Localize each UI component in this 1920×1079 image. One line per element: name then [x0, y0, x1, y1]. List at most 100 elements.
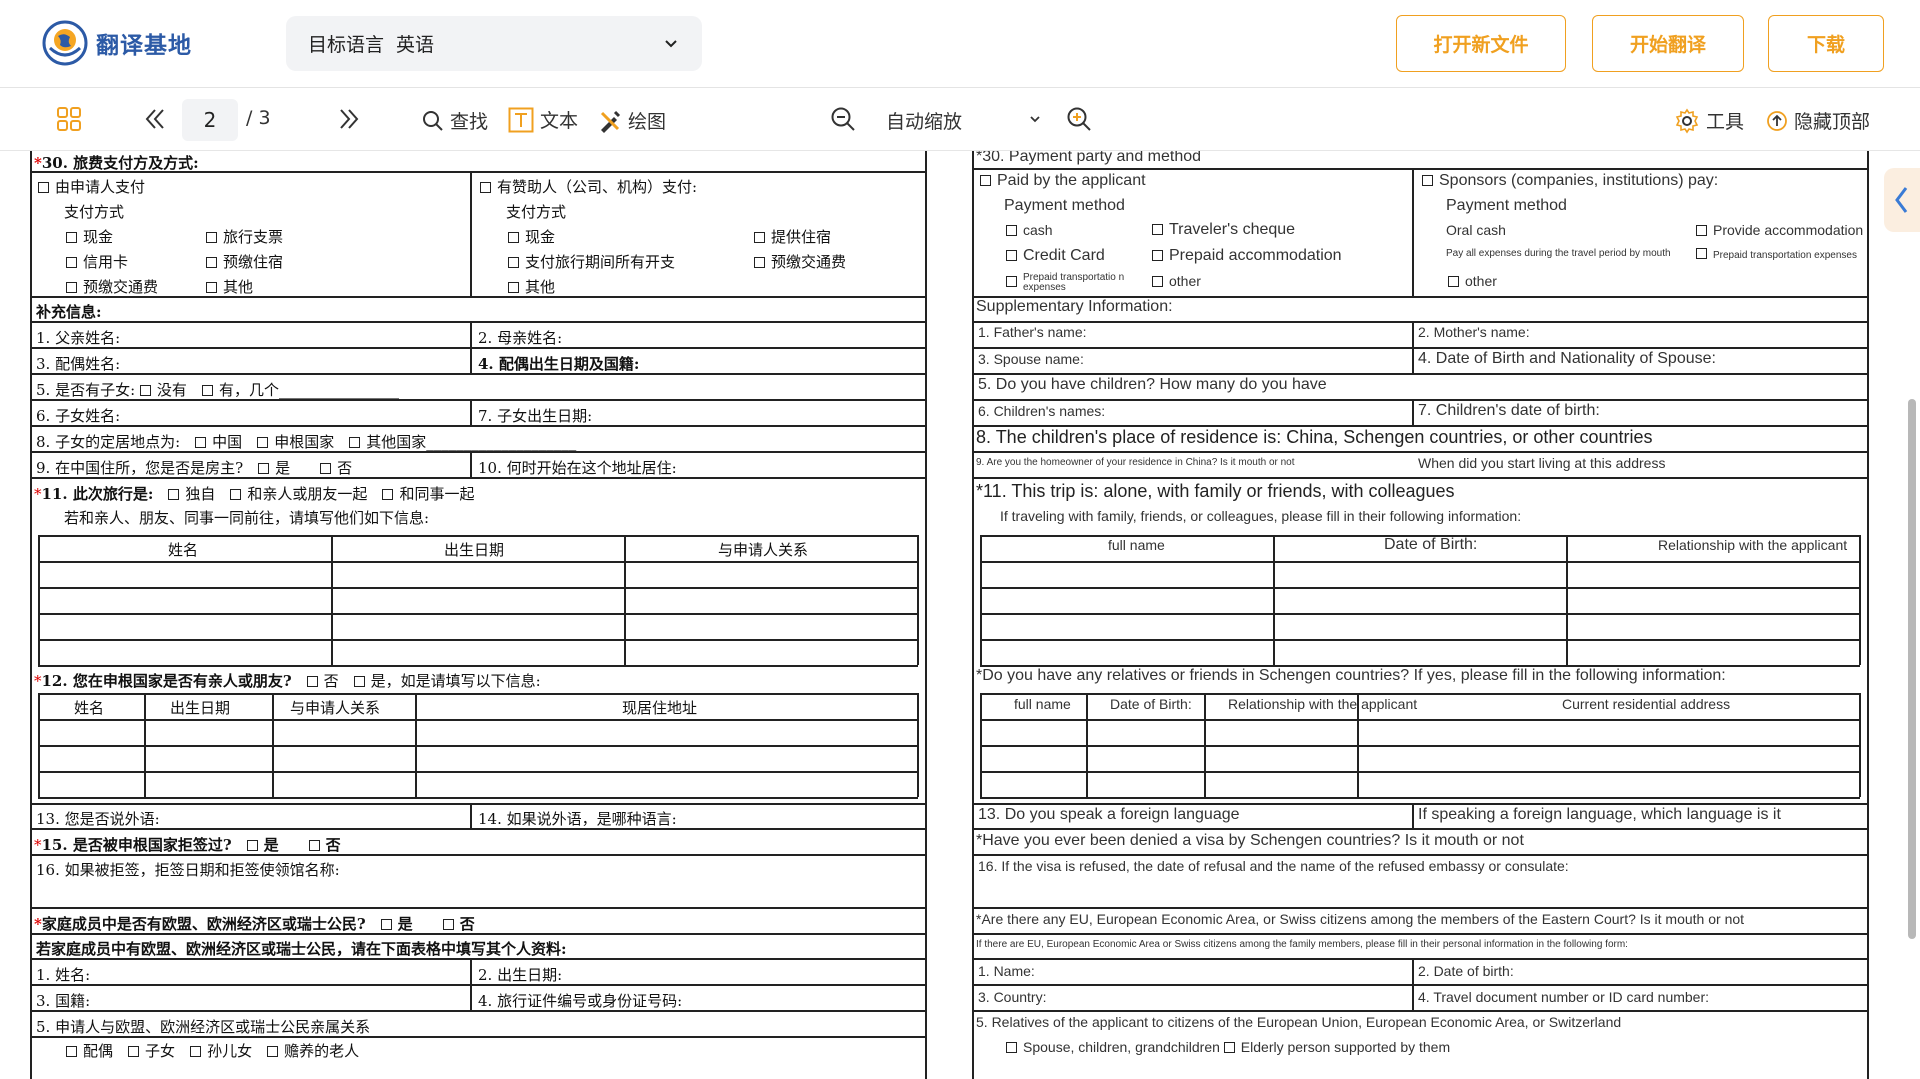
credit-en-checkbox[interactable] [1006, 250, 1017, 261]
q11-label: 11. 此次旅行是: [41, 485, 154, 503]
refused-yes-checkbox[interactable] [246, 840, 258, 851]
grid-icon [57, 107, 81, 131]
prepaid-trans-checkbox[interactable] [66, 282, 77, 293]
prepaid-acc-label: 预缴住宿 [223, 253, 284, 271]
target-language-select[interactable]: 目标语言 英语 [286, 16, 702, 71]
prepaid-trans2-en-checkbox[interactable] [1696, 248, 1707, 259]
open-file-button[interactable]: 打开新文件 [1396, 15, 1566, 72]
all-exp-label: 支付旅行期间所有开支 [525, 253, 676, 271]
other-country-checkbox[interactable] [349, 437, 361, 448]
elder-en-checkbox[interactable] [1223, 1042, 1235, 1053]
prepaid-acc-en-checkbox[interactable] [1152, 250, 1163, 261]
other2-checkbox[interactable] [508, 282, 519, 293]
cheque-checkbox[interactable] [206, 232, 217, 243]
homeowner-no-checkbox[interactable] [320, 463, 332, 474]
start-translate-button[interactable]: 开始翻译 [1592, 15, 1744, 72]
zoom-in-button[interactable] [1066, 106, 1092, 132]
provide-acc-en-checkbox[interactable] [1696, 225, 1707, 236]
download-button[interactable]: 下载 [1768, 15, 1884, 72]
document-viewer[interactable]: *30. 旅费支付方及方式: 由申请人支付 支付方式 现金 旅行支票 信用卡 预… [0, 151, 1920, 1079]
eu-yes-checkbox[interactable] [380, 919, 392, 930]
spouse-en-checkbox[interactable] [1006, 1042, 1017, 1053]
refused-no-checkbox[interactable] [308, 840, 320, 851]
eu-doc-en-label: 4. Travel document number or ID card num… [1418, 989, 1710, 1005]
tools-button[interactable]: 工具 [1674, 107, 1744, 134]
hide-top-button[interactable]: 隐藏顶部 [1766, 107, 1870, 134]
zoom-select[interactable]: 自动缩放 [886, 107, 1046, 134]
page-number-input[interactable]: 2 [182, 99, 238, 141]
other-en-checkbox[interactable] [1152, 276, 1163, 287]
yes-children-checkbox[interactable] [201, 385, 213, 396]
prev-page-button[interactable] [142, 106, 168, 132]
q12-yes-checkbox[interactable] [353, 676, 365, 687]
eu-info-note-en: If there are EU, European Economic Area … [976, 939, 1628, 950]
double-chevron-right-icon [340, 109, 359, 129]
cash-checkbox[interactable] [66, 232, 77, 243]
children-name-label: 6. 子女姓名: [36, 407, 121, 425]
china-label: 中国 [212, 433, 243, 451]
china-checkbox[interactable] [195, 437, 207, 448]
zoom-out-button[interactable] [830, 106, 856, 132]
prepaid-trans-en-checkbox[interactable] [1006, 276, 1017, 287]
colleague-checkbox[interactable] [382, 489, 394, 500]
other2-en-checkbox[interactable] [1448, 276, 1459, 287]
residence-since-en-label: When did you start living at this addres… [1418, 455, 1666, 471]
all-exp-checkbox[interactable] [508, 257, 519, 268]
eu-no-label: 否 [459, 915, 475, 933]
other-country-label: 其他国家 [366, 433, 427, 451]
child-checkbox[interactable] [128, 1046, 140, 1057]
homeowner-yes-checkbox[interactable] [258, 463, 270, 474]
spouse-checkbox[interactable] [66, 1046, 77, 1057]
app-root: 翻译基地 目标语言 英语 打开新文件 开始翻译 下载 2 / 3 查找 文本 绘… [0, 0, 1920, 1079]
no-children-checkbox[interactable] [139, 385, 151, 396]
q11-note-en: If traveling with family, friends, or co… [1000, 508, 1522, 524]
sponsor-checkbox[interactable] [480, 182, 491, 193]
cash-en-checkbox[interactable] [1006, 225, 1017, 236]
t2-col-name: 姓名 [74, 699, 105, 717]
side-panel-toggle[interactable] [1884, 168, 1920, 232]
thumbnails-button[interactable] [56, 106, 82, 132]
cash2-checkbox[interactable] [508, 232, 519, 243]
refused-yes-label: 是 [263, 836, 279, 854]
alone-checkbox[interactable] [168, 489, 180, 500]
viewer-toolbar: 2 / 3 查找 文本 绘图 自动缩放 工具 隐藏顶部 [0, 89, 1920, 151]
provide-acc-checkbox[interactable] [754, 232, 765, 243]
prepaid-trans2-checkbox[interactable] [754, 257, 765, 268]
spouse-dob-label: 4. 配偶出生日期及国籍: [478, 355, 640, 373]
yes-children-label: 有，几个 [218, 381, 279, 399]
text-icon [508, 107, 534, 132]
provide-acc-en-label: Provide accommodation [1713, 222, 1864, 238]
family-checkbox[interactable] [230, 489, 242, 500]
eu-name-en-label: 1. Name: [978, 963, 1035, 979]
q12-no-checkbox[interactable] [306, 676, 318, 687]
grandchild-label: 孙儿女 [207, 1042, 253, 1060]
t1-en-col-name: full name [1108, 537, 1165, 553]
cheque-en-checkbox[interactable] [1152, 224, 1163, 235]
prepaid-trans2-label: 预缴交通费 [771, 253, 847, 271]
supp-en-label: Supplementary Information: [976, 298, 1173, 315]
prepaid-acc-checkbox[interactable] [206, 257, 217, 268]
elder-label: 赡养的老人 [284, 1042, 360, 1060]
other-en-label: other [1169, 273, 1201, 289]
viewer-scrollbar[interactable] [1908, 399, 1916, 939]
grandchild-checkbox[interactable] [190, 1046, 202, 1057]
schengen-checkbox[interactable] [257, 437, 269, 448]
no-children-label: 没有 [156, 381, 187, 399]
eu-no-checkbox[interactable] [442, 919, 454, 930]
other-checkbox[interactable] [206, 282, 217, 293]
hide-top-label: 隐藏顶部 [1794, 111, 1871, 133]
credit-checkbox[interactable] [66, 257, 77, 268]
next-page-button[interactable] [336, 106, 362, 132]
target-language-label: 目标语言 [308, 34, 385, 56]
has-children-en-label: 5. Do you have children? How many do you… [978, 376, 1327, 393]
self-pay-en-label: Paid by the applicant [997, 172, 1146, 189]
sponsor-en-checkbox[interactable] [1422, 175, 1433, 186]
self-pay-en-checkbox[interactable] [980, 175, 991, 186]
self-pay-checkbox[interactable] [38, 182, 49, 193]
app-logo[interactable]: 翻译基地 [40, 18, 192, 68]
find-button[interactable]: 查找 [422, 107, 488, 134]
elder-checkbox[interactable] [267, 1046, 279, 1057]
oral-cash-en-label: Oral cash [1446, 222, 1506, 238]
draw-tool-button[interactable]: 绘图 [598, 107, 666, 134]
text-tool-button[interactable]: 文本 [508, 106, 578, 133]
